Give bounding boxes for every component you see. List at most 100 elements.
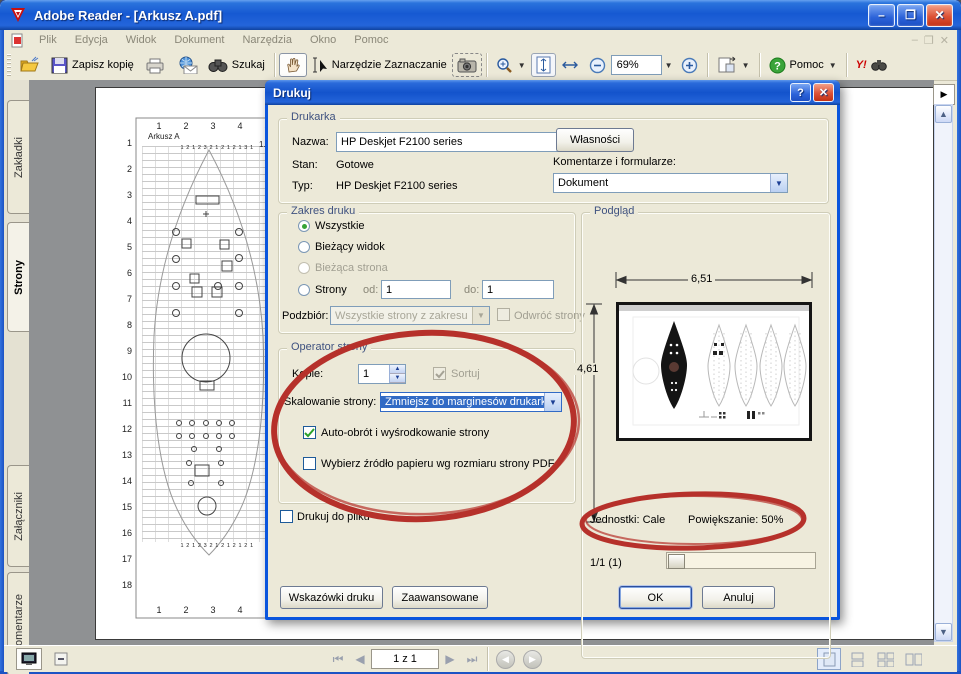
continuous-facing-layout-button[interactable] — [873, 648, 897, 670]
yahoo-search-button[interactable]: Y! — [851, 53, 892, 77]
menu-dokument[interactable]: Dokument — [165, 32, 233, 48]
menu-edycja[interactable]: Edycja — [66, 32, 117, 48]
subset-value: Wszystkie strony z zakresu — [331, 310, 472, 322]
svg-text:1: 1 — [127, 138, 132, 148]
menu-plik[interactable]: Plik — [30, 32, 66, 48]
zoom-dropdown-caret-icon[interactable]: ▼ — [665, 61, 673, 70]
close-button[interactable]: ✕ — [926, 4, 953, 27]
combo-arrow-icon[interactable]: ▼ — [770, 174, 787, 192]
maximize-button[interactable]: ❐ — [897, 4, 924, 27]
previous-view-button[interactable]: ◀ — [496, 650, 515, 669]
next-page-button[interactable]: ▶ — [439, 652, 461, 666]
width-dimension-label: 6,51 — [688, 273, 715, 285]
dialog-close-button[interactable]: ✕ — [813, 83, 834, 102]
facing-layout-button[interactable] — [901, 648, 925, 670]
page-indicator-input[interactable]: 1 z 1 — [371, 649, 439, 669]
pane-flyout-button[interactable]: ▶ — [933, 84, 955, 105]
pdf-file-icon — [10, 33, 25, 48]
menu-narzedzia[interactable]: Narzędzia — [233, 32, 301, 48]
page-scaling-combobox[interactable]: Zmniejsz do marginesów drukarki ▼ — [380, 392, 562, 412]
svg-text:2: 2 — [221, 145, 224, 151]
pages-from-input[interactable]: 1 — [381, 280, 451, 299]
svg-text:13: 13 — [122, 450, 132, 460]
continuous-icon — [851, 652, 864, 667]
print-dialog-title-bar[interactable]: Drukuj ? ✕ — [265, 80, 840, 105]
combo-arrow-icon[interactable]: ▼ — [544, 393, 561, 411]
comments-forms-combobox[interactable]: Dokument ▼ — [553, 173, 788, 193]
last-page-button[interactable]: ⏭ — [461, 652, 483, 667]
menu-pomoc[interactable]: Pomoc — [345, 32, 397, 48]
advanced-button[interactable]: Zaawansowane — [392, 586, 488, 609]
save-copy-button[interactable]: Zapisz kopię — [46, 53, 139, 77]
svg-text:Arkusz A: Arkusz A — [148, 132, 180, 141]
page-display-button[interactable]: ▼ — [712, 53, 755, 77]
paper-source-checkbox[interactable] — [303, 457, 316, 470]
spinner-buttons[interactable]: ▲▼ — [389, 365, 405, 383]
minimize-button[interactable]: – — [868, 4, 895, 27]
fit-page-button[interactable] — [531, 53, 556, 77]
dialog-help-button[interactable]: ? — [790, 83, 811, 102]
range-all-label: Wszystkie — [315, 220, 365, 232]
tab-strony[interactable]: Strony — [7, 222, 29, 332]
snapshot-button[interactable] — [452, 53, 482, 77]
search-button[interactable]: Szukaj — [203, 53, 270, 77]
svg-text:3: 3 — [210, 605, 215, 615]
svg-text:2: 2 — [127, 164, 132, 174]
cancel-button[interactable]: Anuluj — [702, 586, 775, 609]
copies-spinner[interactable]: 1 ▲▼ — [358, 364, 406, 384]
help-button[interactable]: ? Pomoc ▼ — [764, 53, 842, 77]
print-to-file-checkbox[interactable] — [280, 510, 293, 523]
preview-page-image — [619, 305, 809, 438]
fit-width-button[interactable] — [556, 53, 584, 77]
ok-button[interactable]: OK — [619, 586, 692, 609]
zoom-out-button[interactable] — [584, 53, 611, 77]
range-all-radio[interactable] — [298, 220, 310, 232]
scroll-up-icon[interactable]: ▲ — [935, 105, 952, 123]
zoom-in-button[interactable] — [676, 53, 703, 77]
printer-type-label: Typ: — [292, 180, 313, 192]
preview-zoom-value: 50% — [761, 514, 783, 526]
printing-tips-button[interactable]: Wskazówki druku — [280, 586, 383, 609]
print-button[interactable] — [139, 53, 171, 77]
properties-button[interactable]: Własności — [556, 128, 634, 152]
range-pages-radio[interactable] — [298, 284, 310, 296]
combo-arrow-icon: ▼ — [472, 307, 489, 324]
svg-text:16: 16 — [122, 528, 132, 538]
continuous-layout-button[interactable] — [845, 648, 869, 670]
select-tool-label: Narzędzie Zaznaczanie — [332, 59, 447, 71]
pages-to-input[interactable]: 1 — [482, 280, 554, 299]
scroll-down-icon[interactable]: ▼ — [935, 623, 952, 641]
auto-rotate-checkbox[interactable] — [303, 426, 316, 439]
preview-page-slider[interactable] — [666, 552, 816, 569]
first-page-button[interactable]: ⏮ — [327, 652, 349, 667]
menu-bar: Plik Edycja Widok Dokument Narzędzia Okn… — [4, 30, 957, 51]
fit-page-icon — [536, 56, 551, 74]
previous-page-button[interactable]: ◀ — [349, 652, 371, 666]
vertical-scrollbar[interactable]: ▲ ▼ — [934, 104, 953, 642]
search-label: Szukaj — [232, 59, 265, 71]
slider-thumb[interactable] — [668, 554, 685, 569]
collapse-toolbar-button[interactable] — [48, 648, 74, 670]
svg-text:1: 1 — [192, 145, 195, 151]
open-button[interactable] — [14, 53, 46, 77]
zoom-level-input[interactable]: 69% — [611, 55, 662, 75]
window-border-right — [957, 30, 961, 671]
menu-widok[interactable]: Widok — [117, 32, 166, 48]
range-current-view-radio[interactable] — [298, 241, 310, 253]
next-view-button[interactable]: ▶ — [523, 650, 542, 669]
tab-zalaczniki[interactable]: Załączniki — [7, 465, 29, 567]
svg-text:2: 2 — [209, 145, 212, 151]
menu-okno[interactable]: Okno — [301, 32, 345, 48]
title-bar[interactable]: Adobe Reader - [Arkusz A.pdf] – ❐ ✕ — [0, 0, 961, 30]
child-minimize-icon: – — [912, 34, 918, 47]
email-button[interactable] — [171, 53, 203, 77]
toolbar-grip[interactable] — [7, 54, 11, 76]
select-tool-button[interactable]: Narzędzie Zaznaczanie — [307, 53, 452, 77]
tab-zakladki[interactable]: Zakładki — [7, 100, 29, 214]
svg-text:2: 2 — [183, 605, 188, 615]
hand-tool-button[interactable] — [279, 53, 307, 77]
comments-forms-value: Dokument — [554, 177, 770, 189]
print-to-file-label: Drukuj do pliku — [297, 511, 370, 523]
zoom-in-tool-button[interactable]: ▼ — [491, 53, 531, 77]
fullscreen-button[interactable] — [16, 648, 42, 670]
